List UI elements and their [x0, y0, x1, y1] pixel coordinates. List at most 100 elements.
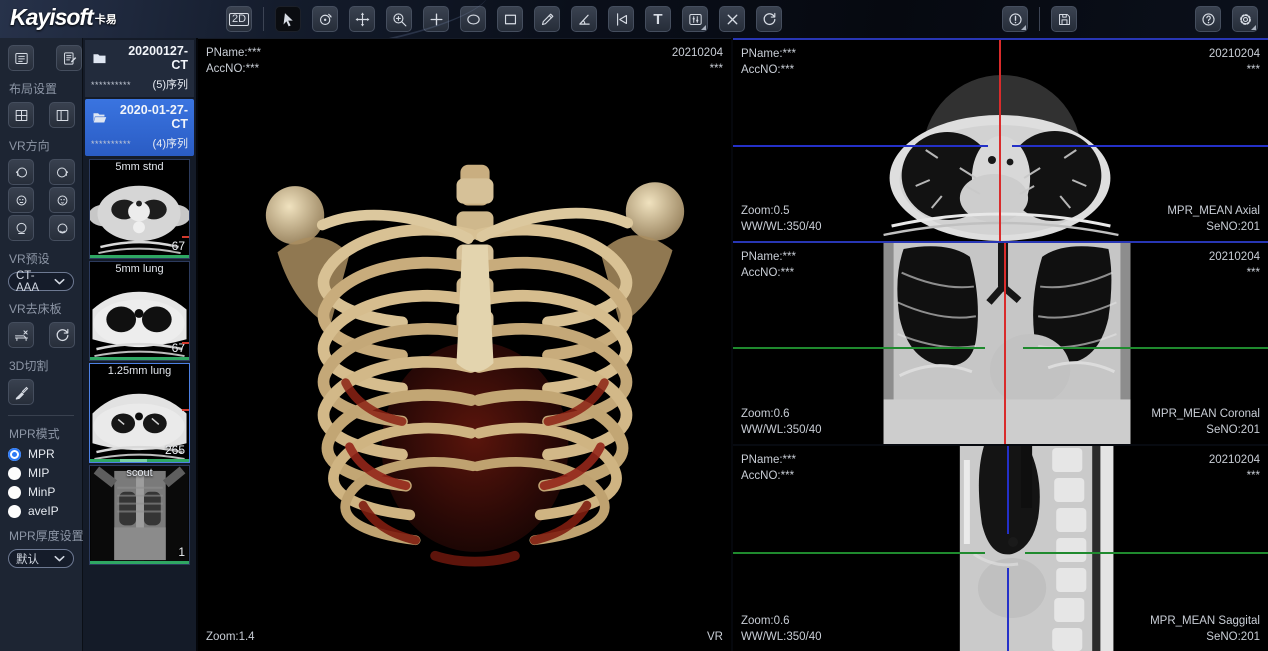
sagittal-crosshair-horizontal-green[interactable] [1025, 552, 1268, 554]
wl-preset-icon [687, 11, 704, 28]
settings-button[interactable] [1232, 6, 1258, 32]
delete-annotation-button[interactable] [719, 6, 745, 32]
angle-measure-button[interactable] [571, 6, 597, 32]
volume-render-ribcage-image [260, 157, 690, 581]
info-button[interactable] [1002, 6, 1028, 32]
axial-crosshair-vertical-red[interactable] [999, 40, 1001, 241]
series-thumbnail-125mm-lung[interactable]: 1.25mm lung 265 [89, 363, 190, 463]
pencil-icon [539, 11, 556, 28]
mpr-thickness-label: MPR厚度设置 [9, 527, 74, 544]
mpr-views-panel: PName:***AccNO:*** 20210204*** Zoom:0.5W… [733, 38, 1268, 651]
sagittal-crosshair-vertical-blue[interactable] [1007, 568, 1009, 651]
help-button[interactable] [1195, 6, 1221, 32]
vr-preset-dropdown[interactable]: CT-AAA [8, 272, 74, 291]
series-count: (5)序列 [153, 76, 188, 92]
rectangle-roi-button[interactable] [497, 6, 523, 32]
crosshair-icon [428, 11, 445, 28]
cursor-tool-button[interactable] [275, 6, 301, 32]
cobb-angle-button[interactable] [608, 6, 634, 32]
vr-3d-viewport[interactable]: PName:***AccNO:*** 20210204*** Zoom:1.4 … [198, 38, 731, 651]
ellipse-roi-button[interactable] [460, 6, 486, 32]
text-annotation-button[interactable]: T [645, 6, 671, 32]
close-icon [724, 11, 741, 28]
report-icon [61, 50, 78, 67]
axial-crosshair-horizontal-blue[interactable] [733, 145, 988, 147]
length-measure-button[interactable] [534, 6, 560, 32]
radio-icon [8, 486, 21, 499]
remove-bed-button[interactable] [8, 322, 34, 348]
mpr-coronal-viewport[interactable]: PName:***AccNO:*** 20210204*** Zoom:0.6W… [733, 243, 1268, 446]
vr-head-top-button[interactable] [8, 215, 34, 241]
grid-right-layout-button[interactable] [49, 102, 75, 128]
zoom-wwwl-overlay: Zoom:0.5WW/WL:350/40 [741, 203, 822, 235]
cut-3d-label: 3D切割 [9, 357, 74, 374]
vr-face-front-button[interactable] [8, 187, 34, 213]
patient-overlay: PName:***AccNO:*** [206, 45, 261, 77]
coronal-crosshair-horizontal-green[interactable] [1023, 347, 1268, 349]
chevron-down-icon [51, 273, 68, 290]
left-control-sidebar: 布局设置 VR方向 VR预设 CT-AAA VR去床板 3D切割 [0, 38, 83, 651]
dicom-viewer-window: Kayisoft卡易 2D T [0, 0, 1268, 651]
mpr-axial-viewport[interactable]: PName:***AccNO:*** 20210204*** Zoom:0.5W… [733, 38, 1268, 243]
radio-icon [8, 505, 21, 518]
slice-position-tick [182, 409, 189, 411]
patient-overlay: PName:***AccNO:*** [741, 452, 796, 484]
mpr-sagittal-viewport[interactable]: PName:***AccNO:*** 20210204*** Zoom:0.6W… [733, 446, 1268, 651]
series-thumbnail-scout[interactable]: scout 1 [89, 465, 190, 565]
patient-overlay: PName:***AccNO:*** [741, 46, 796, 78]
ellipse-icon [465, 11, 482, 28]
sagittal-crosshair-horizontal-green[interactable] [733, 552, 985, 554]
mpr-mode-radio-mpr[interactable]: MPR [8, 447, 74, 461]
study-date-overlay: 20210204*** [1209, 249, 1260, 281]
radio-selected-icon [8, 448, 21, 461]
rotate-reset-icon [54, 327, 71, 344]
layout-panel-button[interactable] [8, 45, 34, 71]
pan-icon [354, 11, 371, 28]
wl-preset-button[interactable] [682, 6, 708, 32]
mpr-thickness-dropdown[interactable]: 默认 [8, 549, 74, 568]
series-thumbnail-5mm-lung[interactable]: 5mm lung 67 [89, 261, 190, 361]
vr-face-back-button[interactable] [49, 187, 75, 213]
mpr-mode-radio-aveip[interactable]: aveIP [8, 504, 74, 518]
coronal-crosshair-vertical-red[interactable] [1004, 243, 1006, 444]
save-button[interactable] [1051, 6, 1077, 32]
vr-direction-label: VR方向 [9, 137, 74, 154]
study-item[interactable]: 20200127-CT ********** (5)序列 [85, 40, 194, 97]
bed-remove-icon [13, 327, 30, 344]
gear-icon [1237, 11, 1254, 28]
mpr-mode-radio-minp[interactable]: MinP [8, 485, 74, 499]
rectangle-icon [502, 11, 519, 28]
windowing-tool-button[interactable] [312, 6, 338, 32]
sagittal-crosshair-vertical-blue[interactable] [1007, 446, 1009, 534]
head-bottom-icon [54, 220, 71, 237]
reset-view-button[interactable] [756, 6, 782, 32]
grid-2x2-icon [13, 107, 30, 124]
vr-head-bottom-button[interactable] [49, 215, 75, 241]
series-thumbnail-5mm-stnd[interactable]: 5mm stnd 67 [89, 159, 190, 259]
angle-icon [576, 11, 593, 28]
study-item-selected[interactable]: 2020-01-27-CT ********** (4)序列 [85, 99, 194, 156]
toolbar-separator [1039, 7, 1040, 31]
vr-head-right-button[interactable] [49, 159, 75, 185]
zoom-tool-button[interactable] [386, 6, 412, 32]
grid-2x2-layout-button[interactable] [8, 102, 34, 128]
scout-thumbnail-image [90, 466, 189, 564]
mpr-mode-label: MPR模式 [9, 425, 74, 442]
pan-tool-button[interactable] [349, 6, 375, 32]
mpr-mode-radio-mip[interactable]: MIP [8, 466, 74, 480]
2d-mode-button[interactable]: 2D [226, 6, 252, 32]
axial-crosshair-horizontal-blue[interactable] [1012, 145, 1268, 147]
panel-list-icon [13, 50, 30, 67]
toolbar-separator [263, 7, 264, 31]
study-date-overlay: 20210204*** [672, 45, 723, 77]
restore-bed-button[interactable] [49, 322, 75, 348]
crosshair-tool-button[interactable] [423, 6, 449, 32]
vr-head-left-button[interactable] [8, 159, 34, 185]
scalpel-cut-button[interactable] [8, 379, 34, 405]
help-icon [1200, 11, 1217, 28]
chevron-down-icon [51, 550, 68, 567]
coronal-crosshair-horizontal-green[interactable] [733, 347, 985, 349]
patient-id-masked: ********** [91, 80, 131, 90]
zoom-overlay: Zoom:1.4 [206, 629, 255, 645]
report-button[interactable] [56, 45, 82, 71]
